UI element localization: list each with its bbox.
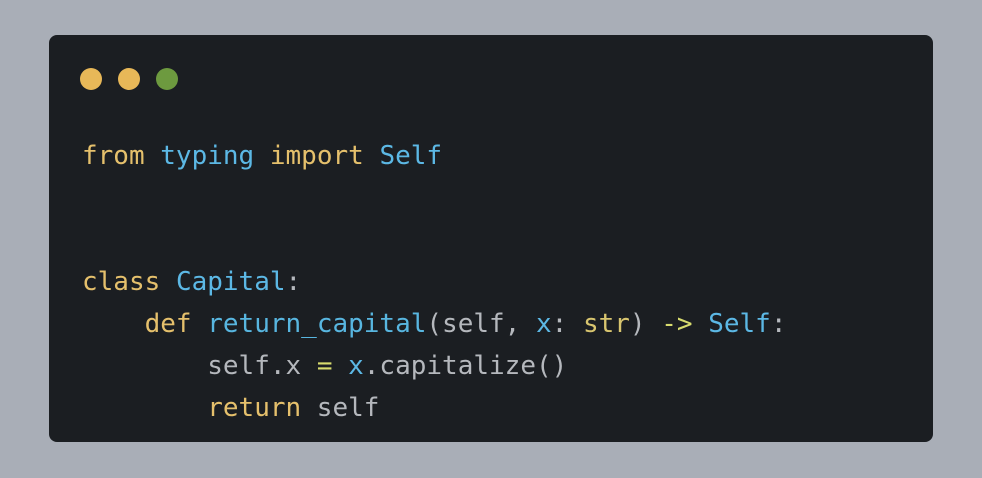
code-line-7: return self — [82, 387, 786, 429]
code-token: class — [82, 267, 161, 297]
code-token: str — [582, 309, 630, 339]
code-block: from typing import Self class Capital: de… — [82, 135, 786, 429]
code-token: x — [348, 351, 364, 381]
code-token: -> — [661, 309, 693, 339]
code-token: Capital — [175, 267, 286, 297]
code-token: self — [301, 393, 380, 423]
code-token: .capitalize() — [363, 351, 568, 381]
code-token: return — [207, 393, 302, 423]
code-token: = — [316, 351, 333, 381]
code-token: self.x — [207, 351, 317, 381]
code-token: Self — [708, 309, 771, 339]
code-token: ) — [629, 309, 662, 339]
code-token: : — [551, 309, 583, 339]
code-line-1: from typing import Self — [82, 135, 786, 177]
code-line-4: class Capital: — [82, 261, 786, 303]
code-token: import — [269, 141, 364, 171]
code-token: def — [144, 309, 192, 339]
code-token: (self, — [426, 309, 536, 339]
code-token: x — [535, 309, 552, 339]
code-line-5: def return_capital(self, x: str) -> Self… — [82, 303, 787, 345]
code-window: from typing import Self class Capital: de… — [49, 35, 933, 442]
minimize-dot-icon[interactable] — [118, 68, 140, 90]
code-token: Self — [379, 141, 443, 171]
code-token: : — [770, 309, 787, 339]
code-token: : — [285, 267, 302, 297]
code-token: typing — [160, 141, 255, 171]
window-controls — [80, 68, 194, 90]
code-token: from — [82, 141, 145, 171]
code-token: return_capital — [207, 309, 427, 339]
code-line-6: self.x = x.capitalize() — [82, 345, 786, 387]
maximize-dot-icon[interactable] — [156, 68, 178, 90]
close-dot-icon[interactable] — [80, 68, 102, 90]
